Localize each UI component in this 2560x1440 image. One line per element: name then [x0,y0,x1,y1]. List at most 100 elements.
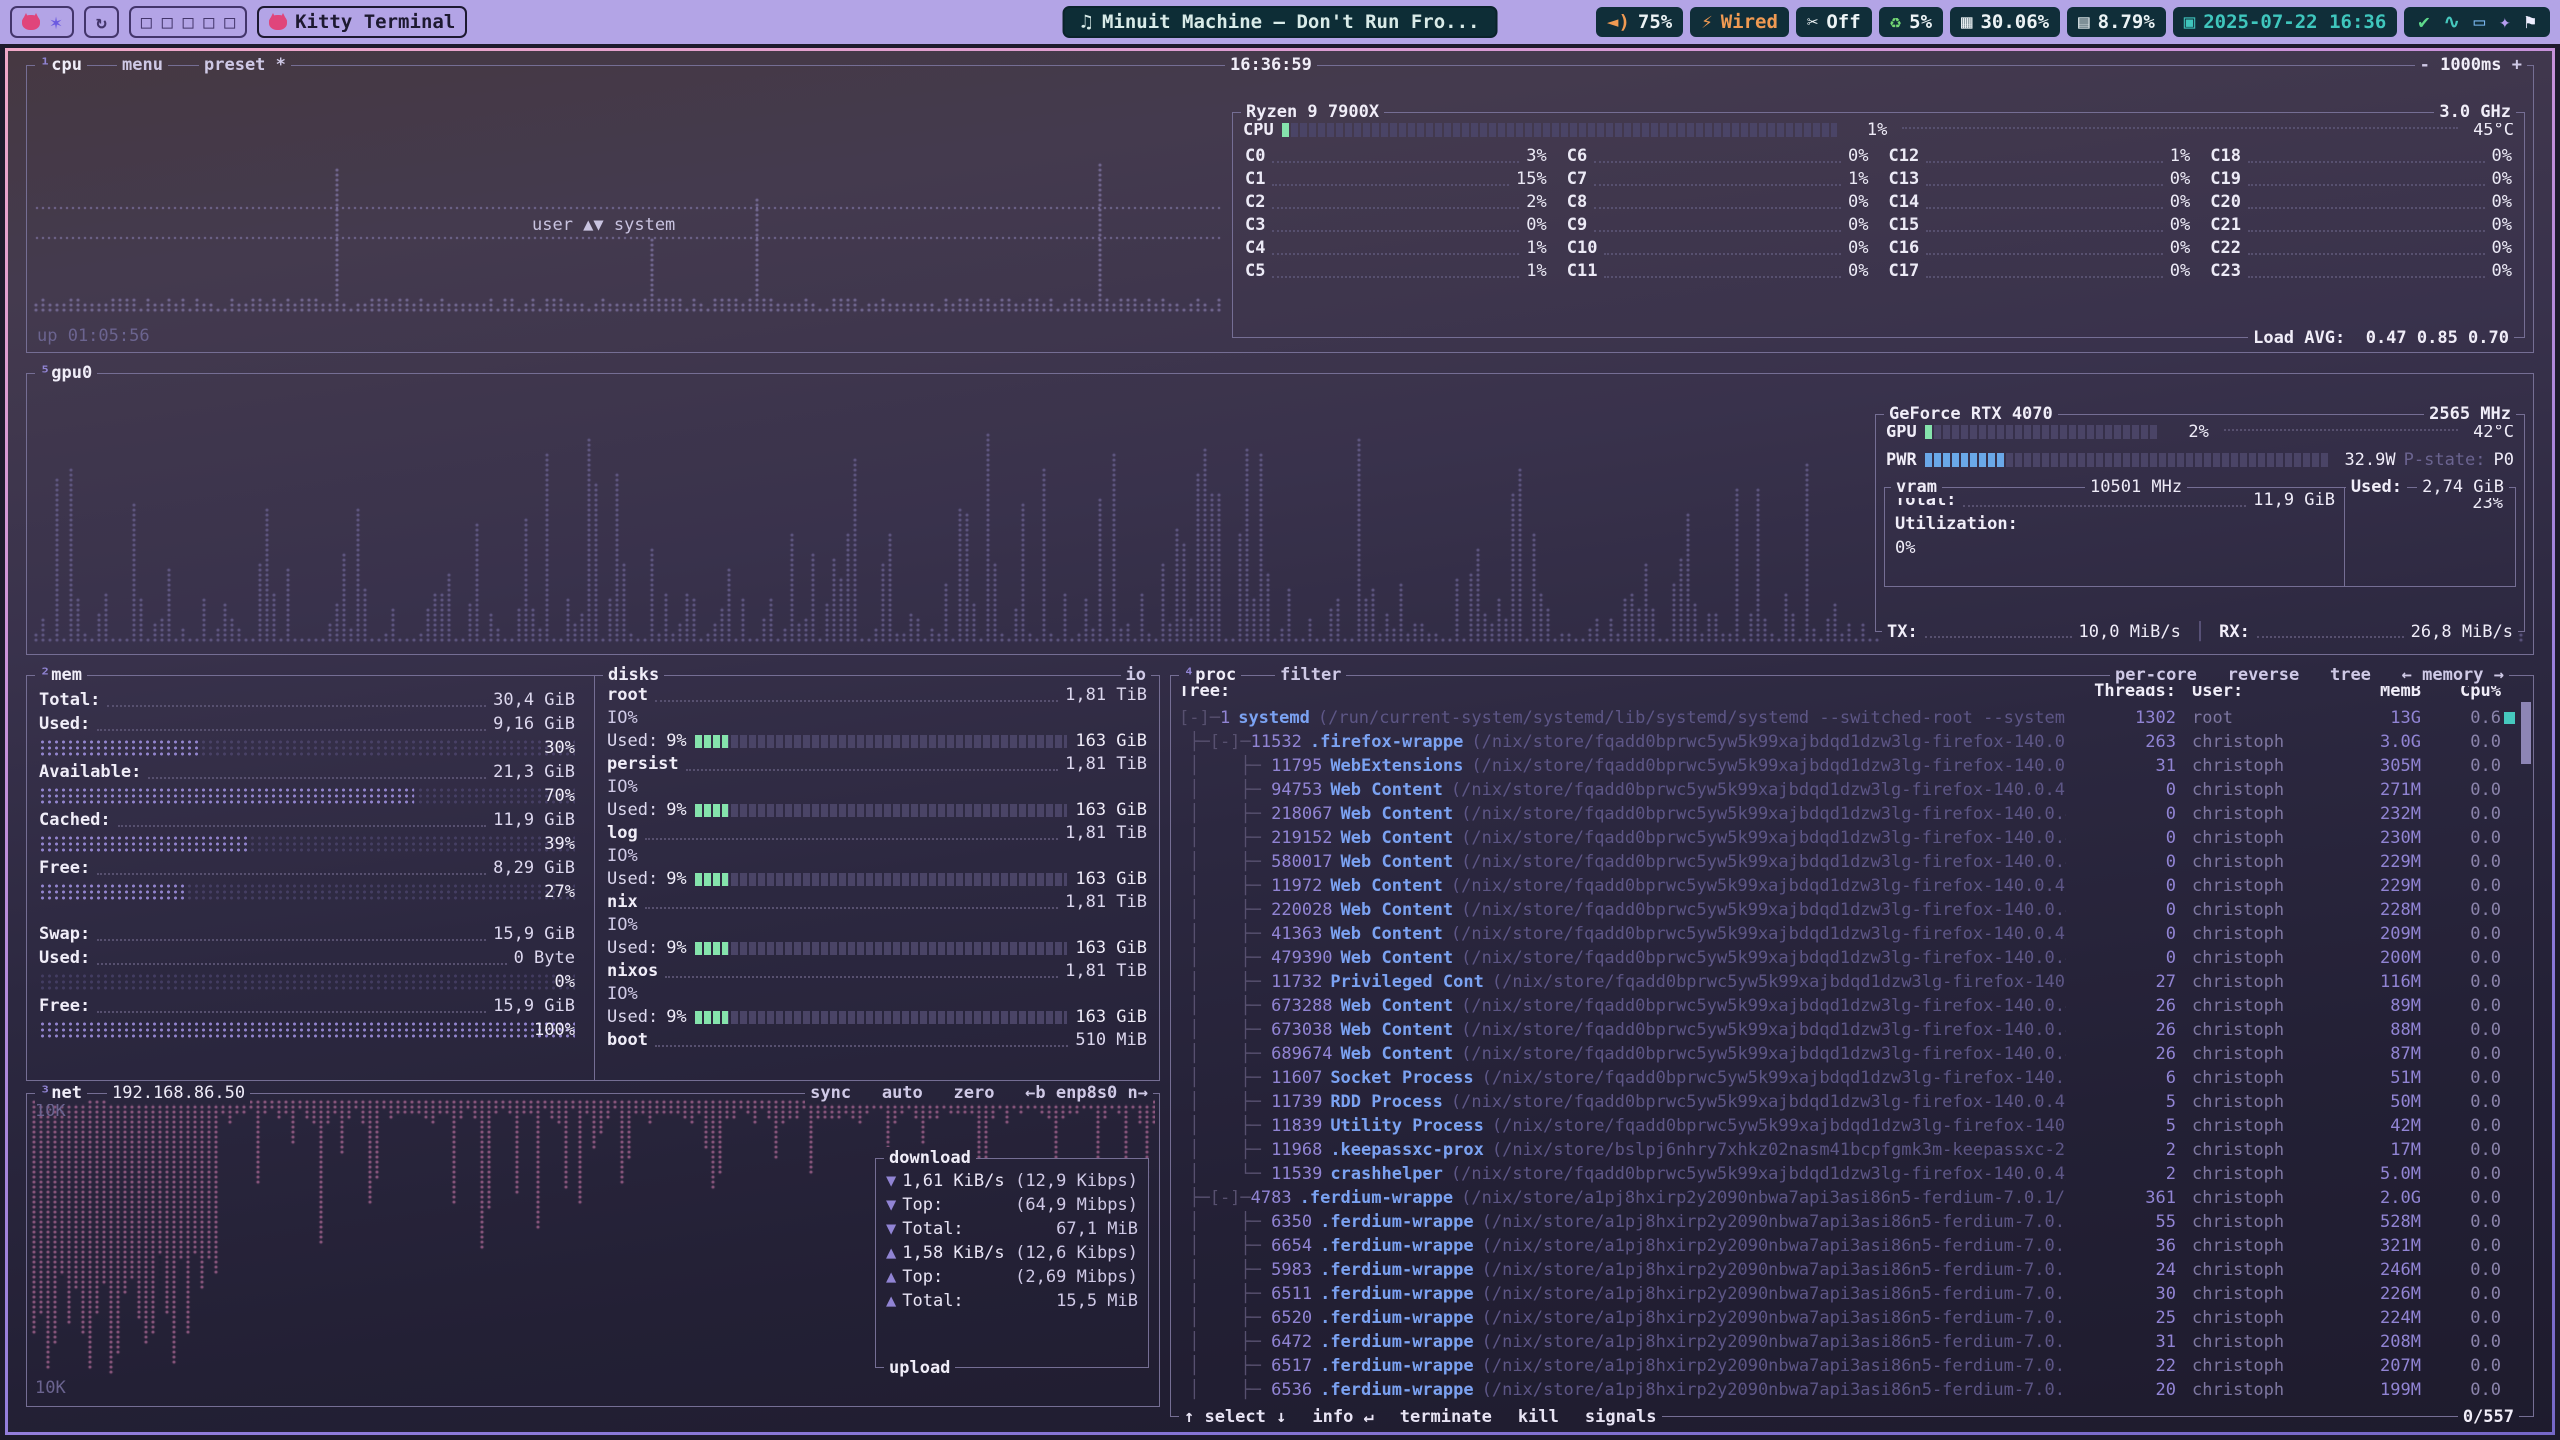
tree-branch[interactable]: │ ├─ [1179,1140,1271,1160]
process-row[interactable]: │ ├─ 580017Web Content(/nix/store/fqadd0… [1179,850,2517,874]
kitty-icon[interactable] [22,15,40,30]
tree-branch[interactable]: │ ├─ [1179,1116,1271,1136]
window-button[interactable]: □ [203,12,214,33]
cpu-widget[interactable]: ♻ 5% [1879,7,1943,37]
process-row[interactable]: │ ├─ 11839Utility Process(/nix/store/fqa… [1179,1114,2517,1138]
process-row[interactable]: │ ├─ 6350.ferdium-wrappe(/nix/store/a1pj… [1179,1210,2517,1234]
interval-minus-button[interactable]: - [2420,55,2430,75]
per-core-toggle[interactable]: per-core [2115,665,2197,685]
filter-button[interactable]: filter [1275,664,1346,686]
tree-branch[interactable]: │ ├─ [1179,756,1271,776]
interval-plus-button[interactable]: + [2512,55,2522,75]
window-button[interactable]: □ [183,12,194,33]
tree-branch[interactable]: │ ├─ [1179,852,1271,872]
process-row[interactable]: │ ├─ 220028Web Content(/nix/store/fqadd0… [1179,898,2517,922]
music-widget[interactable]: ♫ Minuit Machine – Don't Run Fro... [1063,6,1498,38]
tree-branch[interactable]: │ ├─ [1179,1260,1271,1280]
tree-branch[interactable]: │ ├─ [1179,1236,1271,1256]
tree-branch[interactable]: │ ├─ [1179,1212,1271,1232]
sort-column-switcher[interactable]: ← memory → [2402,665,2504,685]
process-row[interactable]: │ ├─ 6520.ferdium-wrappe(/nix/store/a1pj… [1179,1306,2517,1330]
process-row[interactable]: │ ├─ 11795WebExtensions(/nix/store/fqadd… [1179,754,2517,778]
tree-branch[interactable]: │ └─ [1179,1164,1271,1184]
process-row[interactable]: │ ├─ 6511.ferdium-wrappe(/nix/store/a1pj… [1179,1282,2517,1306]
window-button[interactable]: □ [224,12,235,33]
tree-branch[interactable]: │ ├─ [1179,1380,1271,1400]
footer-action-button[interactable]: ↑ select ↓ [1184,1406,1286,1428]
nix-icon[interactable]: ✶ [50,10,62,34]
network-widget[interactable]: ⚡ Wired [1690,7,1789,37]
process-row[interactable]: │ ├─ 11972Web Content(/nix/store/fqadd0b… [1179,874,2517,898]
process-row[interactable]: │ ├─ 41363Web Content(/nix/store/fqadd0b… [1179,922,2517,946]
tree-branch[interactable]: │ ├─ [1179,1356,1271,1376]
check-icon[interactable]: ✔ [2418,11,2429,33]
process-row[interactable]: ├─[-]─11532.firefox-wrappe(/nix/store/fq… [1179,730,2517,754]
process-row[interactable]: │ ├─ 6654.ferdium-wrappe(/nix/store/a1pj… [1179,1234,2517,1258]
tree-branch[interactable]: │ ├─ [1179,1044,1271,1064]
process-row[interactable]: ├─[-]─4783.ferdium-wrappe(/nix/store/a1p… [1179,1186,2517,1210]
tree-toggle[interactable]: tree [2330,665,2371,685]
process-row[interactable]: │ ├─ 5983.ferdium-wrappe(/nix/store/a1pj… [1179,1258,2517,1282]
tree-branch[interactable]: │ ├─ [1179,876,1271,896]
process-row[interactable]: │ ├─ 673038Web Content(/nix/store/fqadd0… [1179,1018,2517,1042]
reverse-toggle[interactable]: reverse [2228,665,2300,685]
interface-switcher[interactable]: ←b enp8s0 n→ [1025,1083,1148,1103]
process-scrollbar[interactable] [2521,702,2531,764]
tree-branch[interactable]: │ ├─ [1179,948,1271,968]
tree-branch[interactable]: │ ├─ [1179,900,1271,920]
tree-branch[interactable]: │ ├─ [1179,1020,1271,1040]
disk-widget[interactable]: ▤ 8.79% [2067,7,2166,37]
tree-branch[interactable]: [-]─ [1179,708,1220,728]
tree-branch[interactable]: │ ├─ [1179,996,1271,1016]
auto-button[interactable]: auto [882,1083,923,1103]
tree-branch[interactable]: ├─[-]─ [1179,732,1251,752]
process-row[interactable]: │ ├─ 11968.keepassxc-prox(/nix/store/bsl… [1179,1138,2517,1162]
process-row[interactable]: │ ├─ 689674Web Content(/nix/store/fqadd0… [1179,1042,2517,1066]
memory-widget[interactable]: ▦ 30.06% [1950,7,2060,37]
tree-branch[interactable]: │ ├─ [1179,924,1271,944]
refresh-icon[interactable]: ↻ [96,12,107,33]
tree-branch[interactable]: │ ├─ [1179,804,1271,824]
clock-widget[interactable]: ▣ 2025-07-22 16:36 [2173,7,2397,37]
clipboard-widget[interactable]: ✂ Off [1796,7,1872,37]
process-row[interactable]: │ ├─ 6517.ferdium-wrappe(/nix/store/a1pj… [1179,1354,2517,1378]
tree-branch[interactable]: ├─[-]─ [1179,1188,1251,1208]
process-row[interactable]: │ ├─ 94753Web Content(/nix/store/fqadd0b… [1179,778,2517,802]
process-row[interactable]: │ ├─ 219152Web Content(/nix/store/fqadd0… [1179,826,2517,850]
tree-branch[interactable]: │ ├─ [1179,1284,1271,1304]
tree-branch[interactable]: │ ├─ [1179,828,1271,848]
tree-branch[interactable]: │ ├─ [1179,972,1271,992]
tree-branch[interactable]: │ ├─ [1179,1068,1271,1088]
tree-branch[interactable]: │ ├─ [1179,1308,1271,1328]
process-row[interactable]: │ ├─ 673288Web Content(/nix/store/fqadd0… [1179,994,2517,1018]
footer-action-button[interactable]: signals [1585,1406,1657,1428]
volume-widget[interactable]: ◄) 75% [1596,7,1683,37]
wave-icon[interactable]: ∿ [2444,11,2460,33]
menu-button[interactable]: menu [117,54,168,76]
io-mode-button[interactable]: io [1121,664,1151,686]
zero-button[interactable]: zero [954,1083,995,1103]
bell-icon[interactable]: ⚑ [2525,11,2536,33]
graph-mode-label[interactable]: user ▲▼ system [532,214,675,237]
footer-action-button[interactable]: kill [1518,1406,1559,1428]
process-row[interactable]: [-]─1systemd(/run/current-system/systemd… [1179,706,2517,730]
tree-branch[interactable]: │ ├─ [1179,780,1271,800]
window-button[interactable]: □ [162,12,173,33]
window-button[interactable]: □ [141,12,152,33]
process-row[interactable]: │ ├─ 218067Web Content(/nix/store/fqadd0… [1179,802,2517,826]
sparkle-icon[interactable]: ✦ [2499,11,2510,33]
tree-branch[interactable]: │ ├─ [1179,1092,1271,1112]
process-row[interactable]: │ ├─ 6536.ferdium-wrappe(/nix/store/a1pj… [1179,1378,2517,1402]
process-row[interactable]: │ ├─ 11739RDD Process(/nix/store/fqadd0b… [1179,1090,2517,1114]
process-row[interactable]: │ ├─ 479390Web Content(/nix/store/fqadd0… [1179,946,2517,970]
kitty-terminal-tab[interactable]: Kitty Terminal [257,6,467,38]
process-row[interactable]: │ ├─ 11607Socket Process(/nix/store/fqad… [1179,1066,2517,1090]
process-row[interactable]: │ └─ 11539crashhelper(/nix/store/fqadd0b… [1179,1162,2517,1186]
tree-branch[interactable]: │ ├─ [1179,1332,1271,1352]
footer-action-button[interactable]: terminate [1400,1406,1492,1428]
display-icon[interactable]: ▭ [2474,11,2485,33]
process-row[interactable]: │ ├─ 6472.ferdium-wrappe(/nix/store/a1pj… [1179,1330,2517,1354]
process-row[interactable]: │ ├─ 11732Privileged Cont(/nix/store/fqa… [1179,970,2517,994]
sync-button[interactable]: sync [810,1083,851,1103]
preset-button[interactable]: preset * [199,54,291,76]
